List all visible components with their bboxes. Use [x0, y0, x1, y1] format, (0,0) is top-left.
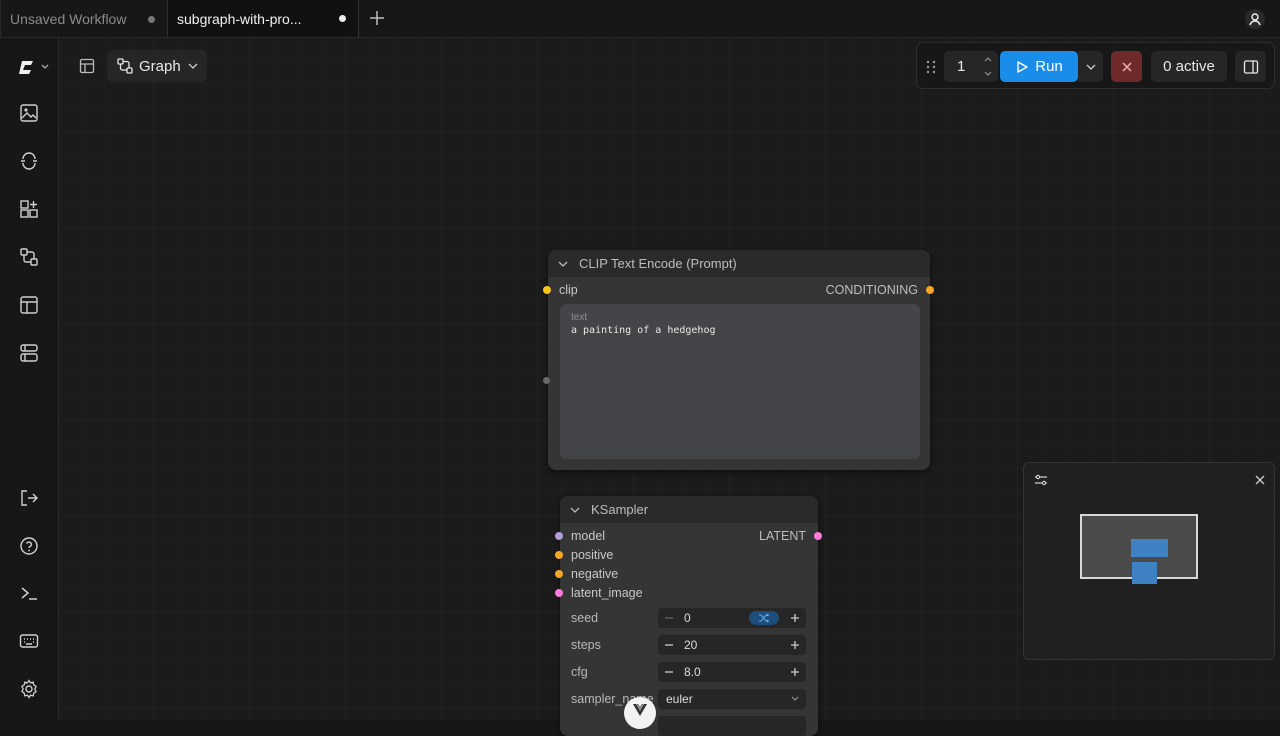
play-icon: [1017, 60, 1028, 73]
increment-icon[interactable]: [983, 55, 993, 63]
node-header[interactable]: KSampler: [560, 496, 818, 523]
chevron-down-icon: [1086, 64, 1095, 70]
run-options-dropdown[interactable]: [1078, 51, 1103, 82]
images-icon[interactable]: [18, 102, 40, 124]
settings-icon[interactable]: [18, 678, 40, 700]
negative-input-slot[interactable]: [555, 570, 563, 578]
logout-icon[interactable]: [18, 487, 40, 509]
collapse-chevron-icon[interactable]: [569, 504, 581, 516]
toggle-panel-icon[interactable]: [76, 55, 98, 77]
plus-icon[interactable]: [790, 667, 800, 677]
seed-value: 0: [684, 611, 691, 625]
minimap-settings-icon[interactable]: [1032, 471, 1050, 489]
latent-image-input-label: latent_image: [571, 586, 643, 600]
batch-count-input[interactable]: 1: [944, 51, 998, 82]
minimap-node: [1131, 539, 1168, 557]
node-header[interactable]: CLIP Text Encode (Prompt): [548, 250, 930, 277]
clip-input-label: clip: [559, 283, 578, 297]
seed-number-input[interactable]: 0: [658, 608, 806, 628]
queue-icon[interactable]: [18, 342, 40, 364]
view-mode-label: Graph: [139, 57, 181, 75]
text-prompt-textarea[interactable]: text a painting of a hedgehog: [560, 304, 920, 459]
clip-input-slot[interactable]: [543, 286, 551, 294]
text-widget-value: a painting of a hedgehog: [571, 325, 716, 336]
templates-icon[interactable]: [18, 294, 40, 316]
unsaved-dot-icon: [148, 16, 155, 23]
view-mode-dropdown[interactable]: Graph: [107, 50, 207, 82]
run-toolbar: 1 Run 0 active: [916, 42, 1275, 89]
minimap-node: [1132, 562, 1157, 584]
active-queue-button[interactable]: 0 active: [1151, 51, 1227, 82]
ksampler-node[interactable]: KSampler model positive negative latent_…: [555, 496, 822, 736]
model-input-slot[interactable]: [555, 532, 563, 540]
interrupt-button[interactable]: [1111, 51, 1142, 82]
minus-icon[interactable]: [664, 613, 674, 623]
chevron-down-icon: [188, 63, 198, 69]
run-label: Run: [1035, 58, 1063, 75]
minimap-close-icon[interactable]: [1251, 471, 1269, 489]
shuffle-icon: [759, 613, 770, 623]
node-title: KSampler: [591, 502, 649, 517]
run-button[interactable]: Run: [1000, 51, 1078, 82]
vue-devtools-icon[interactable]: [624, 697, 656, 729]
text-widget-input-slot[interactable]: [543, 377, 550, 384]
workflows-icon[interactable]: [18, 246, 40, 268]
tab-label: subgraph-with-pro...: [177, 10, 302, 27]
positive-input-slot[interactable]: [555, 551, 563, 559]
negative-input-label: negative: [571, 567, 619, 581]
clip-text-encode-node[interactable]: CLIP Text Encode (Prompt) clip CONDITION…: [543, 250, 934, 470]
plus-icon[interactable]: [790, 613, 800, 623]
active-count-label: 0 active: [1163, 58, 1215, 75]
batch-count-value: 1: [957, 58, 966, 75]
close-icon: [1121, 61, 1132, 72]
tab-label: Unsaved Workflow: [10, 10, 127, 27]
terminal-icon[interactable]: [18, 582, 40, 604]
collapse-chevron-icon[interactable]: [557, 258, 569, 270]
unsaved-dot-icon: [339, 15, 346, 22]
conditioning-output-label: CONDITIONING: [825, 283, 918, 297]
sidebar-right-icon: [1243, 59, 1258, 74]
toggle-right-panel-button[interactable]: [1235, 51, 1266, 82]
comfy-logo-menu[interactable]: [16, 56, 50, 78]
node-title: CLIP Text Encode (Prompt): [579, 256, 737, 271]
models-icon[interactable]: [18, 150, 40, 172]
steps-value: 20: [684, 638, 698, 652]
help-icon[interactable]: [18, 535, 40, 557]
plus-icon[interactable]: [790, 640, 800, 650]
user-icon[interactable]: [1244, 8, 1266, 30]
latent-output-slot[interactable]: [814, 532, 822, 540]
tab-subgraph-with-promoted[interactable]: subgraph-with-pro...: [167, 0, 359, 37]
new-tab-button[interactable]: [367, 8, 387, 28]
positive-input-label: positive: [571, 548, 614, 562]
conditioning-output-slot[interactable]: [926, 286, 934, 294]
steps-number-input[interactable]: 20: [658, 635, 806, 655]
steps-label: steps: [571, 638, 601, 652]
graph-icon: [117, 58, 133, 74]
keyboard-icon[interactable]: [18, 630, 40, 652]
minimap[interactable]: [1023, 462, 1275, 660]
drag-handle-icon[interactable]: [923, 58, 939, 76]
model-input-label: model: [571, 529, 606, 543]
minus-icon[interactable]: [664, 667, 674, 677]
latent-output-label: LATENT: [759, 529, 806, 543]
chevron-down-icon: [791, 696, 799, 701]
minus-icon[interactable]: [664, 640, 674, 650]
sampler-name-select[interactable]: euler: [658, 689, 806, 709]
randomize-seed-button[interactable]: [749, 611, 779, 625]
scheduler-select[interactable]: [658, 716, 806, 736]
sampler-name-value: euler: [666, 692, 693, 706]
nodes-library-icon[interactable]: [18, 198, 40, 220]
latent-image-input-slot[interactable]: [555, 589, 563, 597]
seed-label: seed: [571, 611, 599, 625]
cfg-number-input[interactable]: 8.0: [658, 662, 806, 682]
text-widget-label: text: [571, 312, 588, 323]
tab-unsaved-workflow[interactable]: Unsaved Workflow: [0, 0, 167, 37]
cfg-label: cfg: [571, 665, 588, 679]
sidebar: [0, 38, 59, 720]
decrement-icon[interactable]: [983, 70, 993, 78]
tab-bar: Unsaved Workflow subgraph-with-pro...: [0, 0, 1280, 38]
cfg-value: 8.0: [684, 665, 701, 679]
